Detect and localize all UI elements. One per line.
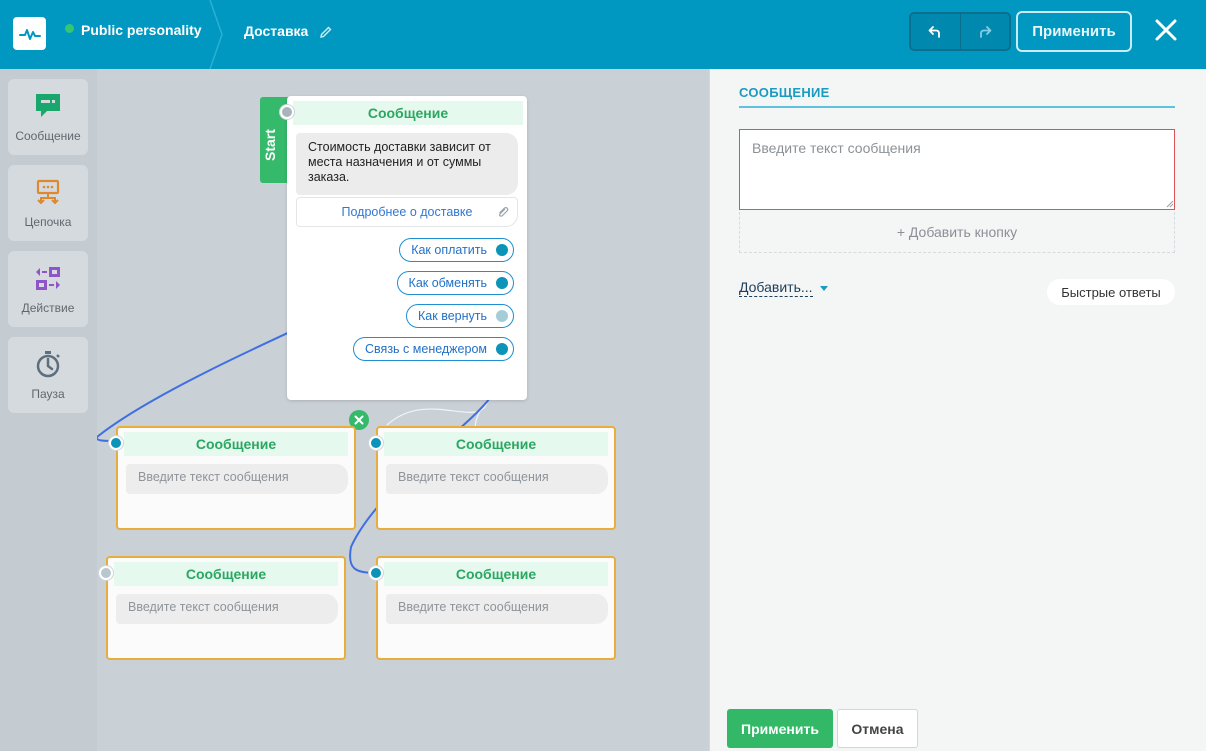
tool-pause[interactable]: Пауза <box>8 337 88 413</box>
panel-title: СООБЩЕНИЕ <box>739 85 830 100</box>
output-port[interactable] <box>496 310 508 322</box>
quick-reply-label: Как оплатить <box>411 243 487 257</box>
output-port[interactable] <box>496 277 508 289</box>
message-icon <box>36 94 60 117</box>
bot-name[interactable]: Public personality <box>81 22 202 38</box>
start-label: Start <box>262 129 278 161</box>
paperclip-icon <box>499 207 509 217</box>
message-node-main[interactable]: Сообщение Стоимость доставки зависит от … <box>280 96 527 400</box>
chain-icon <box>36 179 60 205</box>
page-title: Доставка <box>244 23 309 39</box>
chevron-down-icon[interactable] <box>820 286 828 291</box>
message-placeholder: Введите текст сообщения <box>126 464 348 494</box>
redo-icon <box>979 25 992 38</box>
quick-reply-button[interactable]: Как обменять <box>396 271 514 295</box>
message-text-input[interactable] <box>739 129 1175 210</box>
add-button[interactable]: + Добавить кнопку <box>739 212 1175 253</box>
node-title: Сообщение <box>384 562 608 586</box>
message-node[interactable]: Сообщение Введите текст сообщения <box>369 556 616 660</box>
link-button[interactable]: Подробнее о доставке <box>296 197 518 227</box>
flow-canvas[interactable]: Start Сообщение Стоимость доставки завис… <box>97 69 709 751</box>
node-title: Сообщение <box>384 432 608 456</box>
message-node[interactable]: Сообщение Введите текст сообщения <box>369 426 616 530</box>
tool-chain[interactable]: Цепочка <box>8 165 88 241</box>
apply-top-button[interactable]: Применить <box>1016 11 1132 52</box>
close-icon <box>354 415 364 425</box>
undo-redo-group <box>909 12 1011 51</box>
message-placeholder: Введите текст сообщения <box>116 594 338 624</box>
quick-reply-label: Как вернуть <box>418 309 487 323</box>
top-bar: Public personality Доставка Применить <box>0 0 1206 69</box>
tool-message-label: Сообщение <box>15 129 81 143</box>
apply-button[interactable]: Применить <box>727 709 833 748</box>
properties-panel: СООБЩЕНИЕ + Добавить кнопку Добавить... … <box>709 69 1206 751</box>
message-placeholder: Введите текст сообщения <box>386 594 608 624</box>
node-title: Сообщение <box>114 562 338 586</box>
message-node[interactable]: Сообщение Введите текст сообщения <box>109 426 356 530</box>
resize-grip-icon[interactable] <box>1166 200 1174 208</box>
add-menu-dropdown[interactable]: Добавить... <box>739 279 813 297</box>
input-port[interactable] <box>109 436 123 450</box>
input-port[interactable] <box>280 105 294 119</box>
undo-button[interactable] <box>911 14 960 49</box>
cancel-button[interactable]: Отмена <box>837 709 918 748</box>
tool-action-label: Действие <box>21 301 75 315</box>
quick-reply-button[interactable]: Как вернуть <box>406 304 514 328</box>
tool-chain-label: Цепочка <box>24 215 72 229</box>
quick-reply-button[interactable]: Как оплатить <box>399 238 514 262</box>
message-placeholder: Введите текст сообщения <box>386 464 608 494</box>
tool-message[interactable]: Сообщение <box>8 79 88 155</box>
node-title: Сообщение <box>293 101 523 125</box>
node-toolbar: Сообщение Цепочка Действие Пауза <box>0 69 97 751</box>
connection-wire <box>386 402 488 426</box>
breadcrumb-separator-icon <box>209 0 223 69</box>
tool-pause-label: Пауза <box>31 387 65 401</box>
link-button-label: Подробнее о доставке <box>341 205 473 219</box>
input-port[interactable] <box>369 436 383 450</box>
node-title: Сообщение <box>124 432 348 456</box>
online-status-dot <box>65 24 74 33</box>
quick-reply-label: Как обменять <box>408 276 487 290</box>
redo-button[interactable] <box>959 14 1010 49</box>
output-port[interactable] <box>496 343 508 355</box>
pencil-icon[interactable] <box>318 24 334 40</box>
panel-divider <box>739 106 1175 108</box>
message-bubble: Стоимость доставки зависит от места назн… <box>296 133 518 195</box>
pulse-logo-icon[interactable] <box>13 17 46 50</box>
quick-replies-button[interactable]: Быстрые ответы <box>1047 279 1175 305</box>
stopwatch-icon <box>36 351 60 378</box>
quick-reply-button[interactable]: Связь с менеджером <box>353 337 514 361</box>
undo-icon <box>928 25 941 38</box>
input-port[interactable] <box>369 566 383 580</box>
close-icon[interactable] <box>1152 16 1180 44</box>
quick-reply-label: Связь с менеджером <box>365 342 487 356</box>
message-node[interactable]: Сообщение Введите текст сообщения <box>99 556 346 660</box>
input-port[interactable] <box>99 566 113 580</box>
output-port[interactable] <box>496 244 508 256</box>
action-icon <box>36 267 60 290</box>
tool-action[interactable]: Действие <box>8 251 88 327</box>
